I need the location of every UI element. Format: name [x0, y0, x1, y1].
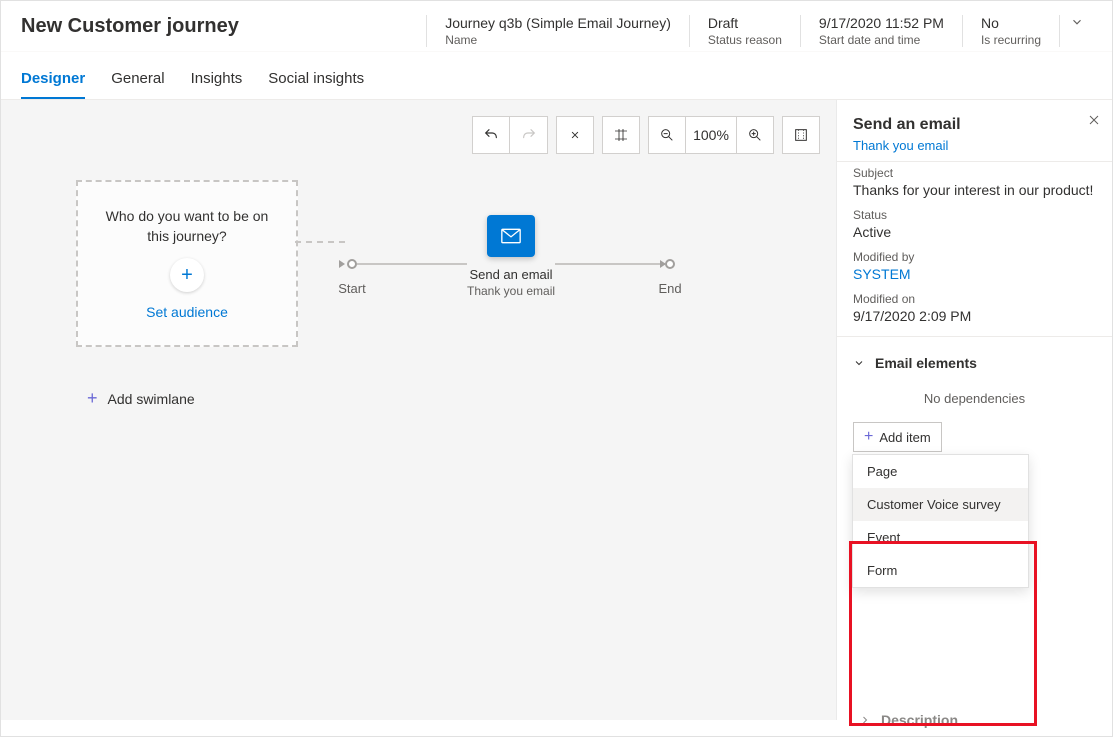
add-item-label: Add item: [879, 430, 930, 445]
field-label-modified-on: Modified on: [853, 292, 1096, 306]
email-node[interactable]: [487, 215, 535, 257]
meta-value: Journey q3b (Simple Email Journey): [445, 15, 671, 31]
meta-value: No: [981, 15, 1041, 31]
end-label: End: [658, 281, 681, 296]
meta-status[interactable]: Draft Status reason: [690, 15, 801, 47]
connector-dashed: [295, 241, 345, 243]
section-email-elements[interactable]: Email elements: [837, 337, 1112, 383]
section-label: Email elements: [875, 355, 977, 371]
chevron-down-icon: [853, 357, 865, 369]
page-title: New Customer journey: [21, 15, 239, 38]
meta-value: Draft: [708, 15, 782, 31]
audience-card[interactable]: Who do you want to be on this journey? +…: [76, 180, 298, 347]
journey-flow: Start Send an email Thank you email End: [301, 230, 675, 298]
add-item-dropdown: Page Customer Voice survey Event Form: [852, 454, 1029, 588]
add-swimlane-label: Add swimlane: [108, 391, 195, 407]
panel-title: Send an email: [853, 116, 1096, 134]
panel-subtitle-link[interactable]: Thank you email: [853, 138, 1096, 153]
dropdown-item-customer-voice-survey[interactable]: Customer Voice survey: [853, 488, 1028, 521]
fit-button[interactable]: [556, 116, 594, 154]
dropdown-item-form[interactable]: Form: [853, 554, 1028, 587]
designer-canvas[interactable]: 100% Who do you want to be on this journ…: [1, 100, 837, 720]
email-node-subtitle: Thank you email: [467, 284, 555, 298]
field-value-modified-on: 9/17/2020 2:09 PM: [853, 308, 1096, 324]
start-label: Start: [338, 281, 365, 296]
meta-label: Start date and time: [819, 33, 944, 47]
email-node-title: Send an email: [469, 267, 552, 282]
dropdown-item-page[interactable]: Page: [853, 455, 1028, 488]
add-swimlane-button[interactable]: + Add swimlane: [87, 388, 195, 409]
undo-button[interactable]: [472, 116, 510, 154]
chevron-down-icon[interactable]: [1070, 15, 1084, 29]
tab-general[interactable]: General: [111, 60, 164, 99]
meta-label: Is recurring: [981, 33, 1041, 47]
meta-start-date[interactable]: 9/17/2020 11:52 PM Start date and time: [801, 15, 963, 47]
canvas-toolbar: 100%: [472, 116, 820, 154]
connector: [555, 263, 665, 265]
audience-prompt: Who do you want to be on this journey?: [94, 207, 280, 246]
minimap-button[interactable]: [602, 116, 640, 154]
tab-designer[interactable]: Designer: [21, 60, 85, 99]
chevron-right-icon: [859, 714, 871, 726]
start-node[interactable]: [347, 259, 357, 269]
fullscreen-button[interactable]: [782, 116, 820, 154]
tabs: Designer General Insights Social insight…: [1, 52, 1112, 100]
properties-panel: Send an email Thank you email Subject Th…: [837, 100, 1112, 720]
meta-label: Name: [445, 33, 671, 47]
meta-recurring[interactable]: No Is recurring: [963, 15, 1060, 47]
connector: [357, 263, 467, 265]
tab-insights[interactable]: Insights: [191, 60, 243, 99]
plus-icon: +: [181, 264, 193, 287]
zoom-in-button[interactable]: [736, 116, 774, 154]
meta-label: Status reason: [708, 33, 782, 47]
header-meta: Journey q3b (Simple Email Journey) Name …: [426, 15, 1060, 47]
meta-name[interactable]: Journey q3b (Simple Email Journey) Name: [426, 15, 690, 47]
section-description-label: Description: [881, 712, 958, 728]
plus-icon: +: [87, 388, 98, 409]
dropdown-item-event[interactable]: Event: [853, 521, 1028, 554]
no-dependencies-text: No dependencies: [837, 383, 1112, 422]
field-value-modified-by[interactable]: SYSTEM: [853, 266, 1096, 282]
zoom-level: 100%: [686, 116, 736, 154]
plus-icon: +: [864, 428, 873, 446]
zoom-out-button[interactable]: [648, 116, 686, 154]
field-label-subject: Subject: [853, 166, 1096, 180]
add-item-button[interactable]: + Add item: [853, 422, 942, 452]
field-value-subject: Thanks for your interest in our product!: [853, 182, 1096, 198]
add-audience-button[interactable]: +: [170, 258, 204, 292]
field-label-status: Status: [853, 208, 1096, 222]
meta-value: 9/17/2020 11:52 PM: [819, 15, 944, 31]
page-header: New Customer journey Journey q3b (Simple…: [1, 1, 1112, 52]
section-description[interactable]: Description: [859, 712, 958, 728]
field-label-modified-by: Modified by: [853, 250, 1096, 264]
close-icon[interactable]: [1088, 114, 1100, 126]
tab-social-insights[interactable]: Social insights: [268, 60, 364, 99]
envelope-icon: [501, 228, 521, 244]
set-audience-link[interactable]: Set audience: [146, 304, 228, 320]
field-value-status: Active: [853, 224, 1096, 240]
end-node[interactable]: [665, 259, 675, 269]
redo-button[interactable]: [510, 116, 548, 154]
